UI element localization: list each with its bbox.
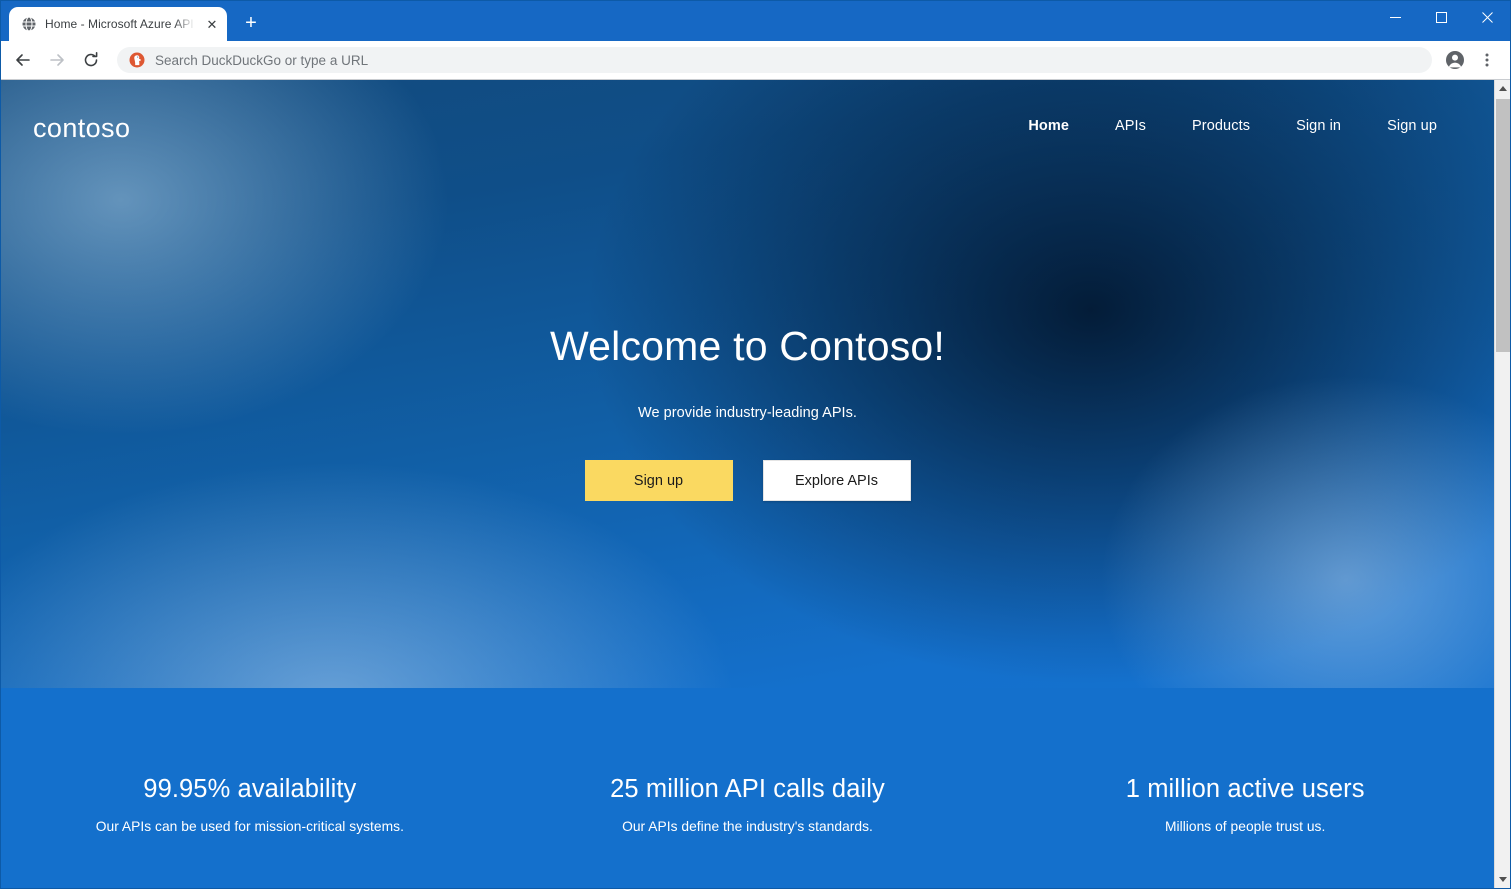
tab-strip: Home - Microsoft Azure API Man ✕ + [1,1,265,41]
hero-cta-row: Sign up Explore APIs [1,460,1494,502]
back-arrow-icon[interactable] [7,44,39,76]
browser-window: Home - Microsoft Azure API Man ✕ + [0,0,1511,889]
nav-item-apis[interactable]: APIs [1092,110,1169,142]
address-bar[interactable]: Search DuckDuckGo or type a URL [117,47,1432,73]
tab-title: Home - Microsoft Azure API Man [45,17,195,31]
search-input[interactable]: Search DuckDuckGo or type a URL [155,53,368,68]
new-tab-button[interactable]: + [237,9,265,37]
stat-description: Our APIs define the industry's standards… [622,818,873,834]
browser-tab[interactable]: Home - Microsoft Azure API Man ✕ [9,7,227,41]
hero-subtitle: We provide industry-leading APIs. [638,405,857,422]
browser-toolbar: Search DuckDuckGo or type a URL [1,41,1510,79]
forward-arrow-icon [41,44,73,76]
close-icon[interactable]: ✕ [203,15,221,33]
window-controls [1372,1,1510,33]
page-viewport: contoso Home APIs Products Sign in Sign … [1,79,1510,888]
reload-icon[interactable] [75,44,107,76]
scrollbar-thumb[interactable] [1496,99,1510,352]
site-navigation: Home APIs Products Sign in Sign up [1005,110,1460,142]
scrollbar-track[interactable] [1495,97,1510,871]
stat-value: 25 million API calls daily [610,775,885,803]
hero-section: contoso Home APIs Products Sign in Sign … [1,80,1494,688]
stat-api-calls: 25 million API calls daily Our APIs defi… [499,774,997,888]
site-header: contoso Home APIs Products Sign in Sign … [1,80,1494,172]
nav-item-sign-in[interactable]: Sign in [1273,110,1364,142]
stat-description: Millions of people trust us. [1165,818,1326,834]
stat-description: Our APIs can be used for mission-critica… [95,818,404,834]
contoso-logo[interactable]: contoso [33,111,130,142]
minimize-icon[interactable] [1372,1,1418,33]
stat-availability: 99.95% availability Our APIs can be used… [1,774,499,888]
page-scrollbar[interactable] [1494,80,1510,888]
duckduckgo-icon [129,52,145,68]
nav-item-sign-up[interactable]: Sign up [1364,110,1460,142]
profile-avatar-icon[interactable] [1440,45,1470,75]
stat-value: 1 million active users [1125,775,1365,803]
nav-item-products[interactable]: Products [1169,110,1273,142]
scroll-down-arrow-icon[interactable] [1495,871,1510,888]
scroll-up-arrow-icon[interactable] [1495,80,1510,97]
nav-item-home[interactable]: Home [1005,110,1092,142]
hero-content: Welcome to Contoso! We provide industry-… [1,172,1494,502]
web-page: contoso Home APIs Products Sign in Sign … [1,80,1494,888]
explore-apis-button[interactable]: Explore APIs [762,460,911,502]
browser-titlebar: Home - Microsoft Azure API Man ✕ + [1,1,1510,41]
three-dot-menu-icon[interactable] [1472,45,1502,75]
close-icon[interactable] [1464,1,1510,33]
stat-active-users: 1 million active users Millions of peopl… [996,774,1494,888]
page-title: Welcome to Contoso! [549,323,945,369]
stats-section: 99.95% availability Our APIs can be used… [1,688,1494,888]
stat-value: 99.95% availability [143,775,357,803]
maximize-icon[interactable] [1418,1,1464,33]
globe-icon [21,16,37,32]
sign-up-button[interactable]: Sign up [584,460,733,502]
